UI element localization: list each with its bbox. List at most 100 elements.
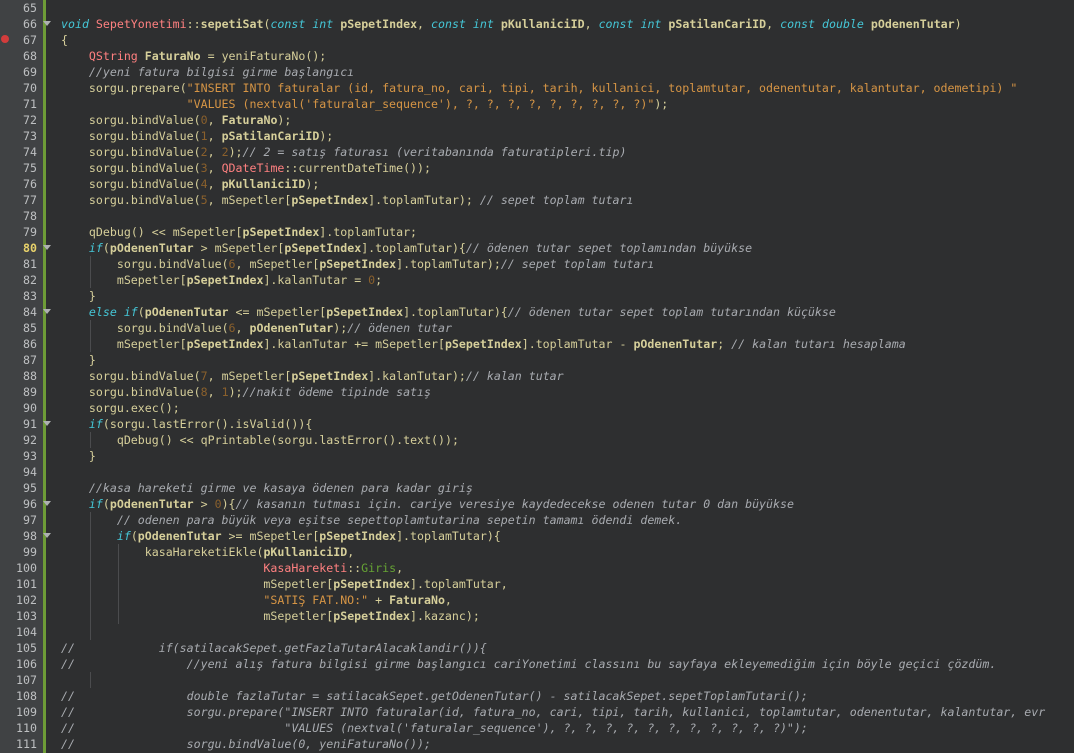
code-text[interactable]: sorgu.bindValue(6, pOdenenTutar);// öden…	[61, 320, 452, 336]
code-text[interactable]: }	[61, 288, 96, 304]
fold-arrow-icon[interactable]	[43, 309, 51, 314]
line-number[interactable]: 103	[0, 608, 37, 624]
code-text[interactable]: //kasa hareketi girme ve kasaya ödenen p…	[61, 480, 473, 496]
code-text[interactable]: QString FaturaNo = yeniFaturaNo();	[61, 48, 326, 64]
line-number[interactable]: 99	[0, 544, 37, 560]
line-number[interactable]: 78	[0, 208, 37, 224]
line-number[interactable]: 75	[0, 160, 37, 176]
line-number[interactable]: 109	[0, 704, 37, 720]
line-number[interactable]: 98	[0, 528, 37, 544]
code-text[interactable]: sorgu.bindValue(3, QDateTime::currentDat…	[61, 160, 431, 176]
line-number[interactable]: 76	[0, 176, 37, 192]
line-number[interactable]: 71	[0, 96, 37, 112]
line-number[interactable]: 86	[0, 336, 37, 352]
code-text[interactable]: sorgu.bindValue(1, pSatilanCariID);	[61, 128, 333, 144]
fold-arrow-icon[interactable]	[43, 421, 51, 426]
code-text[interactable]: qDebug() << qPrintable(sorgu.lastError()…	[61, 432, 459, 448]
line-number[interactable]: 70	[0, 80, 37, 96]
code-text[interactable]: }	[61, 448, 96, 464]
code-text[interactable]: mSepetler[pSepetIndex].kazanc);	[61, 608, 479, 624]
code-text[interactable]: else if(pOdenenTutar <= mSepetler[pSepet…	[61, 304, 836, 320]
line-number[interactable]: 107	[0, 672, 37, 688]
line-number[interactable]: 91	[0, 416, 37, 432]
line-number[interactable]: 97	[0, 512, 37, 528]
line-number[interactable]: 65	[0, 0, 37, 16]
line-number[interactable]: 69	[0, 64, 37, 80]
code-text[interactable]: // "VALUES (nextval('faturalar_sequence'…	[61, 720, 808, 736]
line-number[interactable]: 111	[0, 736, 37, 752]
line-number[interactable]: 73	[0, 128, 37, 144]
fold-arrow-icon[interactable]	[43, 245, 51, 250]
line-number[interactable]: 95	[0, 480, 37, 496]
code-text[interactable]	[61, 464, 89, 480]
code-text[interactable]: // //yeni alış fatura bilgisi girme başl…	[61, 656, 996, 672]
code-text[interactable]: sorgu.bindValue(7, mSepetler[pSepetIndex…	[61, 368, 564, 384]
code-text[interactable]: KasaHareketi::Giris,	[61, 560, 403, 576]
fold-arrow-icon[interactable]	[43, 501, 51, 506]
code-text[interactable]: mSepetler[pSepetIndex].kalanTutar += mSe…	[61, 336, 906, 352]
line-number[interactable]: 83	[0, 288, 37, 304]
line-number[interactable]: 92	[0, 432, 37, 448]
line-number[interactable]: 96	[0, 496, 37, 512]
code-text[interactable]: sorgu.prepare("INSERT INTO faturalar (id…	[61, 80, 1017, 96]
line-number[interactable]: 85	[0, 320, 37, 336]
code-text[interactable]: //yeni fatura bilgisi girme başlangıcı	[61, 64, 354, 80]
line-number[interactable]: 68	[0, 48, 37, 64]
line-number[interactable]: 77	[0, 192, 37, 208]
fold-arrow-icon[interactable]	[43, 21, 51, 26]
line-number[interactable]: 101	[0, 576, 37, 592]
line-number[interactable]: 84	[0, 304, 37, 320]
code-text[interactable]	[61, 624, 117, 640]
code-text[interactable]: {	[61, 32, 68, 48]
line-number[interactable]: 72	[0, 112, 37, 128]
line-number[interactable]: 88	[0, 368, 37, 384]
code-text[interactable]: void SepetYonetimi::sepetiSat(const int …	[61, 16, 962, 32]
code-text[interactable]: mSepetler[pSepetIndex].kalanTutar = 0;	[61, 272, 382, 288]
breakpoint-icon[interactable]	[1, 35, 9, 43]
code-text[interactable]: sorgu.bindValue(2, 2);// 2 = satış fatur…	[61, 144, 627, 160]
code-text[interactable]: mSepetler[pSepetIndex].toplamTutar,	[61, 576, 507, 592]
code-text[interactable]: if(sorgu.lastError().isValid()){	[61, 416, 312, 432]
code-text[interactable]: qDebug() << mSepetler[pSepetIndex].topla…	[61, 224, 417, 240]
code-text[interactable]: kasaHareketiEkle(pKullaniciID,	[61, 544, 354, 560]
code-text[interactable]: // if(satilacakSepet.getFazlaTutarAlacak…	[61, 640, 487, 656]
code-text[interactable]: sorgu.bindValue(4, pKullaniciID);	[61, 176, 319, 192]
line-number[interactable]: 108	[0, 688, 37, 704]
line-number[interactable]: 94	[0, 464, 37, 480]
code-text[interactable]: sorgu.bindValue(0, FaturaNo);	[61, 112, 291, 128]
code-text[interactable]	[61, 208, 89, 224]
code-text[interactable]: // odenen para büyük veya eşitse sepetto…	[61, 512, 682, 528]
line-number[interactable]: 100	[0, 560, 37, 576]
code-text[interactable]: if(pOdenenTutar > 0){// kasanın tutması …	[61, 496, 794, 512]
code-text[interactable]: // sorgu.bindValue(0, yeniFaturaNo());	[61, 736, 431, 752]
code-text[interactable]: "VALUES (nextval('faturalar_sequence'), …	[61, 96, 669, 112]
line-number[interactable]: 81	[0, 256, 37, 272]
code-text[interactable]: sorgu.bindValue(8, 1);//nakit ödeme tipi…	[61, 384, 431, 400]
code-editor[interactable]: 65 66 void SepetYonetimi::sepetiSat(const …	[0, 0, 1074, 753]
code-text[interactable]	[61, 672, 117, 688]
line-number[interactable]: 102	[0, 592, 37, 608]
line-number[interactable]: 80	[0, 240, 37, 256]
line-number[interactable]: 105	[0, 640, 37, 656]
code-text[interactable]: // sorgu.prepare("INSERT INTO faturalar(…	[61, 704, 1045, 720]
code-text[interactable]: // double fazlaTutar = satilacakSepet.ge…	[61, 688, 808, 704]
code-text[interactable]: }	[61, 352, 96, 368]
line-number[interactable]: 110	[0, 720, 37, 736]
line-number[interactable]: 93	[0, 448, 37, 464]
line-number[interactable]: 90	[0, 400, 37, 416]
line-number[interactable]: 89	[0, 384, 37, 400]
line-number[interactable]: 87	[0, 352, 37, 368]
code-text[interactable]: if(pOdenenTutar > mSepetler[pSepetIndex]…	[61, 240, 752, 256]
line-number[interactable]: 74	[0, 144, 37, 160]
code-text[interactable]: sorgu.bindValue(5, mSepetler[pSepetIndex…	[61, 192, 634, 208]
line-number[interactable]: 79	[0, 224, 37, 240]
fold-arrow-icon[interactable]	[43, 533, 51, 538]
line-number[interactable]: 66	[0, 16, 37, 32]
code-text[interactable]: sorgu.exec();	[61, 400, 180, 416]
line-number[interactable]: 82	[0, 272, 37, 288]
line-number[interactable]: 104	[0, 624, 37, 640]
line-number[interactable]: 106	[0, 656, 37, 672]
code-text[interactable]: sorgu.bindValue(6, mSepetler[pSepetIndex…	[61, 256, 655, 272]
code-text[interactable]: if(pOdenenTutar >= mSepetler[pSepetIndex…	[61, 528, 501, 544]
code-text[interactable]: "SATIŞ FAT.NO:" + FaturaNo,	[61, 592, 451, 608]
